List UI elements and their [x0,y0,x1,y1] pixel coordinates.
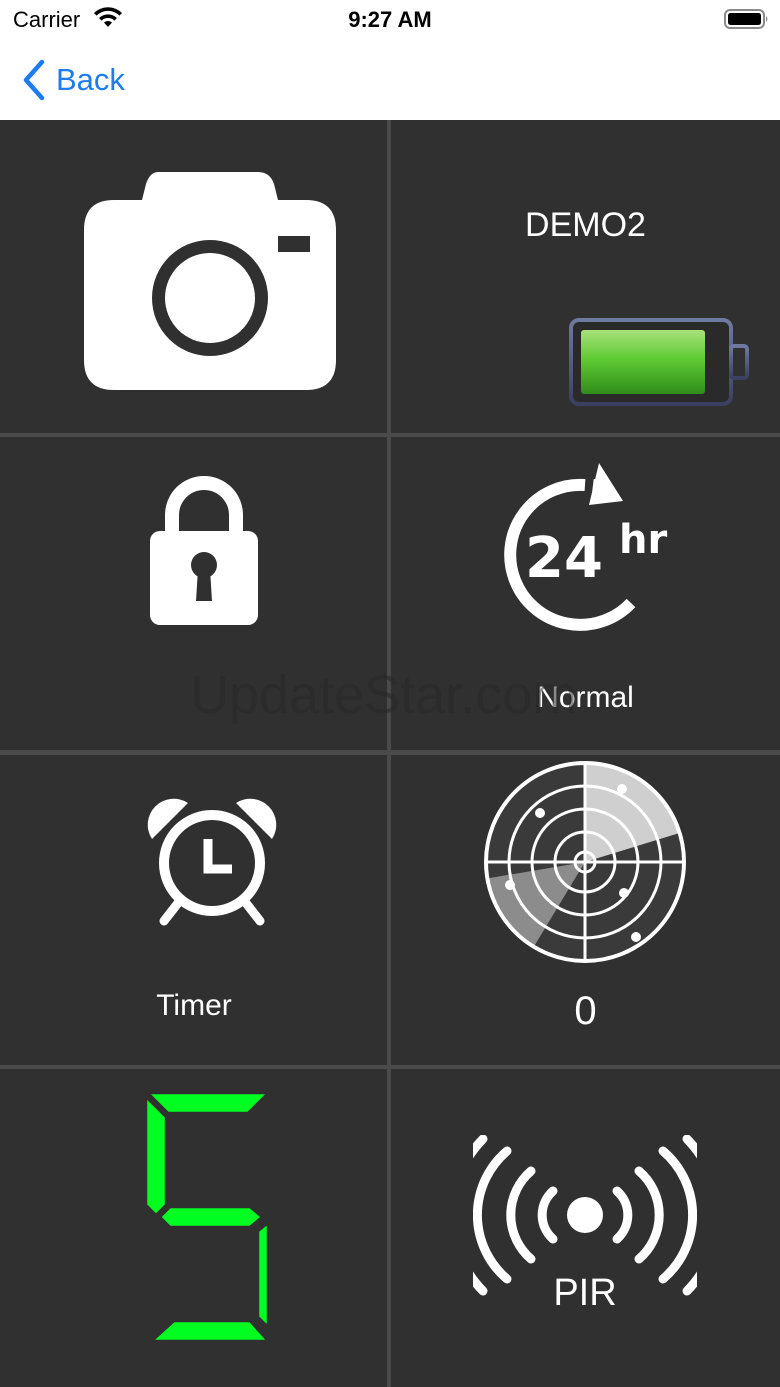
timer-tile[interactable]: Timer [0,755,387,1065]
device-name: DEMO2 [525,206,646,244]
radar-icon [484,761,686,963]
seven-segment-digit-icon [144,1091,272,1343]
24hr-icon: 24 hr [504,463,667,631]
pir-sensor-icon: PIR [473,1135,697,1311]
24hr-number: 24 [525,526,603,591]
navigation-bar: Back [0,40,780,120]
status-bar: Carrier 9:27 AM [0,0,780,40]
battery-icon [724,9,768,29]
mode-tile[interactable]: 24 hr Normal [391,437,780,750]
chevron-left-icon [23,59,45,101]
camera-tile[interactable] [0,120,387,433]
24hr-suffix: hr [619,517,667,563]
digit-tile[interactable] [0,1069,387,1387]
lock-tile[interactable] [0,437,387,750]
pir-label: PIR [553,1272,616,1311]
timer-label: Timer [156,989,232,1022]
status-time: 9:27 AM [348,7,432,32]
back-button[interactable]: Back [20,56,125,104]
back-label: Back [56,62,125,97]
mode-label: Normal [537,681,634,714]
radar-tile[interactable]: 0 [391,755,780,1065]
lock-icon [150,476,258,625]
device-status-tile[interactable]: DEMO2 [391,120,780,433]
device-grid: DEMO2 24 hr Normal Timer 0 PIR [0,120,780,1387]
alarm-clock-icon [147,798,277,926]
pir-tile[interactable]: PIR [391,1069,780,1387]
battery-full-icon [569,318,749,406]
radar-value: 0 [574,989,597,1033]
camera-icon [84,172,336,390]
